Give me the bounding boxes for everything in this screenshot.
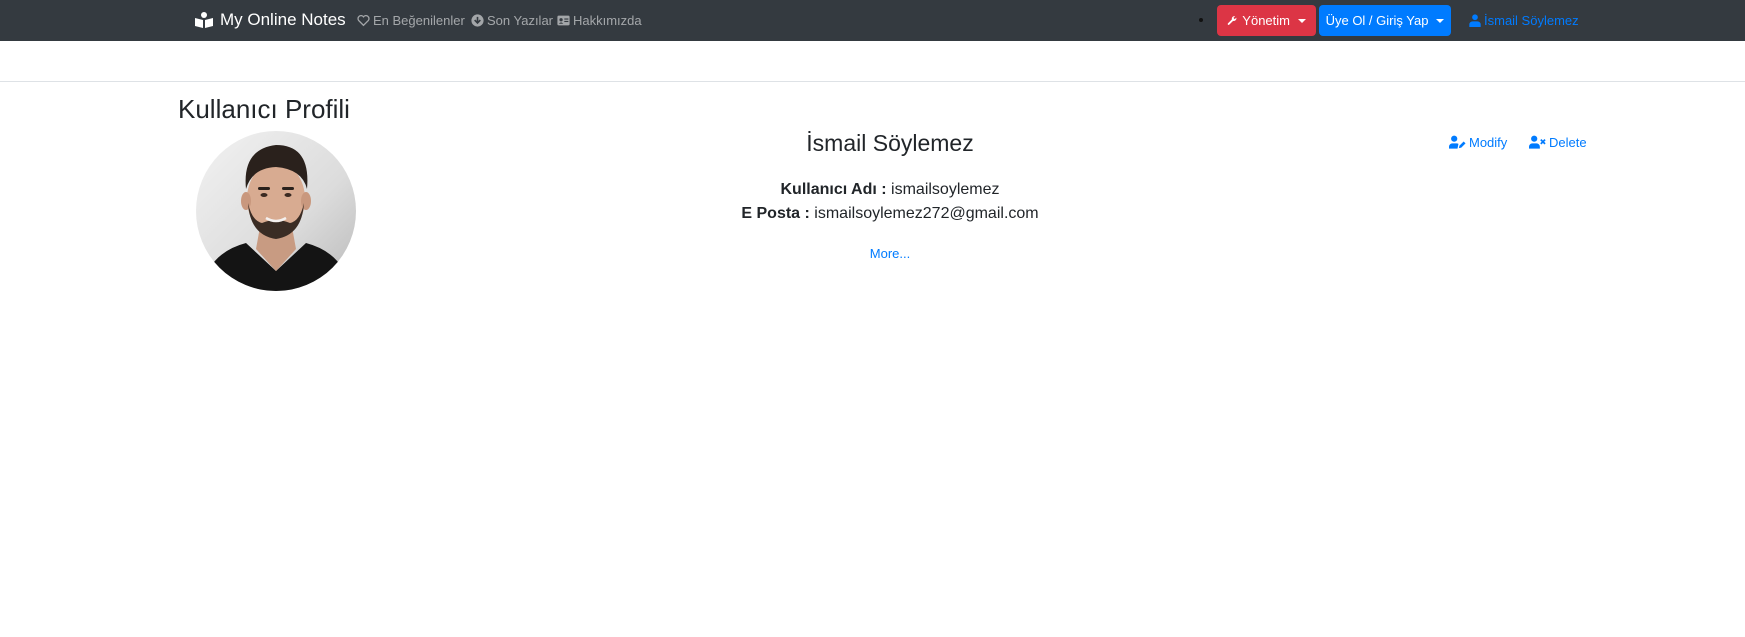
nav-link-about[interactable]: Hakkımızda [557, 11, 642, 29]
user-icon [1469, 13, 1481, 27]
nav-link-label: Son Yazılar [487, 12, 554, 28]
caret-down-icon [1436, 18, 1445, 23]
id-card-icon [557, 15, 570, 25]
username-value: ismailsoylemez [891, 181, 1000, 198]
auth-button-label: Üye Ol / Giriş Yap [1325, 13, 1429, 28]
reader-icon [195, 12, 213, 28]
email-value: ismailsoylemez272@gmail.com [814, 205, 1039, 222]
current-user-link[interactable]: İsmail Söylemez [1469, 11, 1579, 29]
profile-photo [196, 131, 356, 291]
heart-icon [357, 14, 370, 26]
user-edit-icon [1449, 135, 1466, 149]
delete-profile-link[interactable]: Delete [1529, 133, 1587, 151]
caret-down-icon [1298, 18, 1306, 23]
profile-name: İsmail Söylemez [806, 130, 974, 156]
more-link[interactable]: More... [840, 246, 940, 261]
delete-label: Delete [1549, 134, 1587, 150]
auth-dropdown-button[interactable]: Üye Ol / Giriş Yap [1319, 5, 1451, 36]
wrench-icon [1227, 16, 1237, 25]
arrow-circle-down-icon [471, 13, 484, 27]
email-label: E Posta : [741, 205, 810, 222]
current-user-label: İsmail Söylemez [1484, 12, 1579, 28]
modify-label: Modify [1469, 134, 1508, 150]
username-label: Kullanıcı Adı : [780, 181, 887, 198]
nav-link-label: En Beğenilenler [373, 12, 465, 28]
email-row: E Posta : ismailsoylemez272@gmail.com [650, 205, 1130, 223]
username-row: Kullanıcı Adı : ismailsoylemez [650, 181, 1130, 199]
avatar [196, 131, 356, 291]
admin-dropdown-button[interactable]: Yönetim [1217, 5, 1316, 36]
admin-button-label: Yönetim [1242, 13, 1290, 28]
brand-link[interactable]: My Online Notes [195, 9, 346, 31]
modify-profile-link[interactable]: Modify [1449, 133, 1507, 151]
page-title: Kullanıcı Profili [178, 94, 350, 124]
user-times-icon [1529, 135, 1546, 149]
nav-link-most-liked[interactable]: En Beğenilenler [357, 11, 465, 29]
brand-label: My Online Notes [220, 10, 346, 29]
nav-dot [1199, 18, 1203, 22]
top-navbar: My Online Notes En Beğenilenler Son Yazı… [0, 0, 1745, 41]
section-divider [0, 81, 1745, 82]
nav-link-label: Hakkımızda [573, 12, 642, 28]
nav-link-recent-posts[interactable]: Son Yazılar [471, 11, 553, 29]
